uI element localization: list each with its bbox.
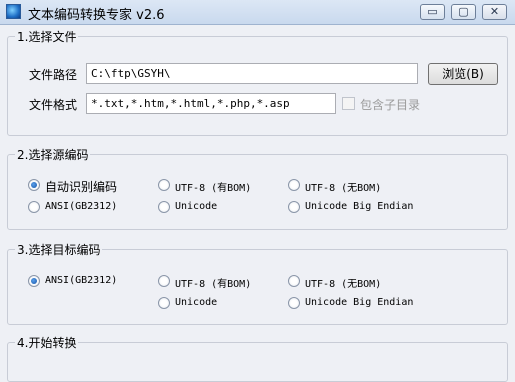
start-convert-group: 4.开始转换 (7, 334, 508, 382)
tgt-utf8-nobom-label: UTF-8 (无BOM) (305, 279, 382, 290)
source-encoding-title: 2.选择源编码 (15, 146, 91, 163)
src-ansi-radio[interactable] (28, 201, 40, 213)
source-encoding-group: 2.选择源编码 自动识别编码 UTF-8 (有BOM) UTF-8 (无BOM)… (7, 146, 508, 230)
app-icon (6, 4, 21, 19)
maximize-icon: ▢ (458, 5, 469, 18)
src-unicode-be-label: Unicode Big Endian (305, 201, 414, 212)
close-button[interactable]: ✕ (482, 4, 507, 20)
tgt-unicode-be-label: Unicode Big Endian (305, 297, 414, 308)
browse-button[interactable]: 浏览(B) (428, 63, 498, 85)
src-unicode-label: Unicode (175, 201, 218, 212)
src-auto-detect-label: 自动识别编码 (45, 180, 118, 194)
src-unicode-be-radio[interactable] (288, 201, 300, 213)
src-utf8-nobom-radio[interactable] (288, 179, 300, 191)
tgt-ansi-radio[interactable] (28, 275, 40, 287)
src-utf8-bom-label: UTF-8 (有BOM) (175, 183, 252, 194)
tgt-unicode-be-radio[interactable] (288, 297, 300, 309)
tgt-ansi-label: ANSI(GB2312) (45, 275, 118, 286)
maximize-button[interactable]: ▢ (451, 4, 476, 20)
minimize-button[interactable]: ▭ (420, 4, 445, 20)
include-subdirs-label: 包含子目录 (360, 98, 421, 112)
file-path-input[interactable]: C:\ftp\GSYH\ (86, 63, 418, 84)
target-encoding-title: 3.选择目标编码 (15, 241, 103, 258)
select-file-title: 1.选择文件 (15, 28, 79, 45)
src-unicode-radio[interactable] (158, 201, 170, 213)
file-path-label: 文件路径 (29, 68, 78, 82)
src-utf8-nobom-label: UTF-8 (无BOM) (305, 183, 382, 194)
target-encoding-group: 3.选择目标编码 ANSI(GB2312) UTF-8 (有BOM) UTF-8… (7, 241, 508, 325)
include-subdirs-checkbox[interactable] (342, 97, 355, 110)
src-auto-detect-radio[interactable] (28, 179, 40, 191)
start-convert-title: 4.开始转换 (15, 334, 79, 351)
tgt-unicode-radio[interactable] (158, 297, 170, 309)
select-file-group: 1.选择文件 文件路径 C:\ftp\GSYH\ 浏览(B) 文件格式 *.tx… (7, 28, 508, 136)
src-ansi-label: ANSI(GB2312) (45, 201, 118, 212)
tgt-utf8-bom-radio[interactable] (158, 275, 170, 287)
tgt-utf8-bom-label: UTF-8 (有BOM) (175, 279, 252, 290)
tgt-utf8-nobom-radio[interactable] (288, 275, 300, 287)
file-format-label: 文件格式 (29, 98, 78, 112)
close-icon: ✕ (489, 5, 500, 18)
minimize-icon: ▭ (427, 5, 438, 18)
file-format-input[interactable]: *.txt,*.htm,*.html,*.php,*.asp (86, 93, 336, 114)
src-utf8-bom-radio[interactable] (158, 179, 170, 191)
window-title: 文本编码转换专家 v2.6 (28, 8, 165, 23)
title-bar: 文本编码转换专家 v2.6 ▭ ▢ ✕ (0, 0, 515, 25)
tgt-unicode-label: Unicode (175, 297, 218, 308)
